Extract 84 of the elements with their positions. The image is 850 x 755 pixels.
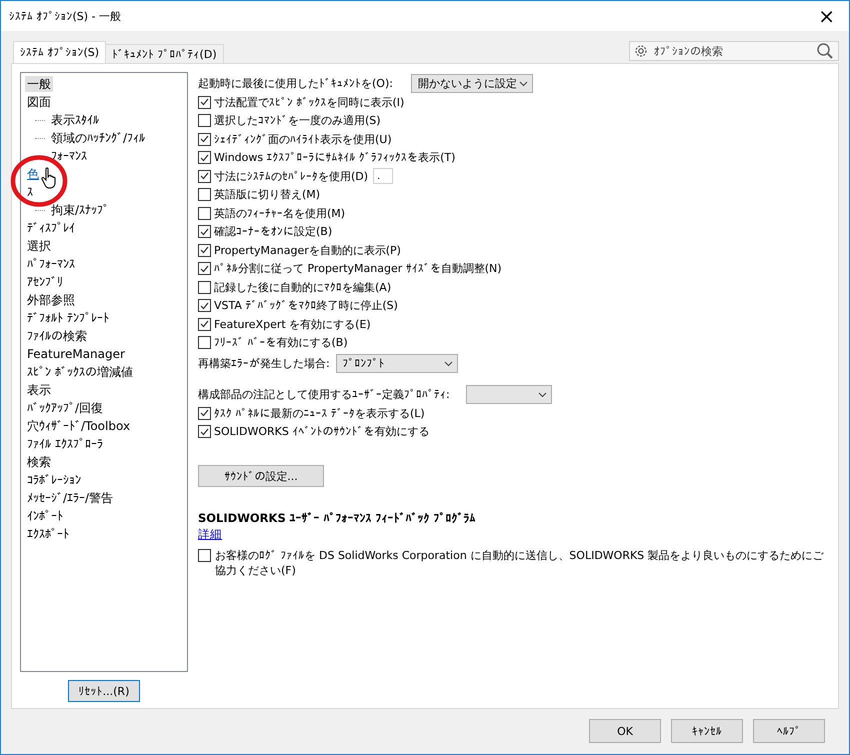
option-label: FeatureXpert を有効にする(E)	[214, 316, 371, 332]
chevron-down-icon	[518, 80, 528, 86]
option-label: ｼｪｲﾃﾞｨﾝｸﾞ面のﾊｲﾗｲﾄ表示を使用(U)	[214, 132, 392, 147]
gear-icon	[634, 44, 648, 58]
checkbox[interactable]	[198, 96, 211, 109]
tree-item[interactable]: ﾃﾞﾌｫﾙﾄ ﾃﾝﾌﾟﾚｰﾄ	[25, 310, 111, 326]
tree-item[interactable]: 色	[25, 166, 41, 182]
checkbox[interactable]	[198, 425, 211, 438]
tree-item[interactable]: ﾌｫｰﾏﾝｽ	[49, 148, 89, 164]
sound-settings-button[interactable]: ｻｳﾝﾄﾞの設定...	[198, 465, 324, 487]
search-field[interactable]: ｵﾌﾟｼｮﾝの検索	[629, 41, 839, 61]
tree-item[interactable]: 拘束/ｽﾅｯﾌﾟ	[49, 202, 112, 218]
checkbox[interactable]	[198, 114, 211, 128]
option-label: SOLIDWORKS ｲﾍﾞﾝﾄのｻｳﾝﾄﾞを有効にする	[214, 424, 430, 440]
tree-item[interactable]: ﾒｯｾｰｼﾞ/ｴﾗｰ/警告	[25, 490, 116, 506]
chevron-down-icon	[444, 360, 453, 366]
section-heading: SOLIDWORKS ﾕｰｻﾞｰ ﾊﾟﾌｫｰﾏﾝｽ ﾌｨｰﾄﾞﾊﾞｯｸ ﾌﾟﾛｸﾞﾗﾑ	[198, 511, 477, 525]
checkbox[interactable]	[198, 549, 211, 562]
option-label: 起動時に最後に使用したﾄﾞｷｭﾒﾝﾄを(O):	[198, 76, 393, 91]
checkbox[interactable]	[198, 170, 211, 183]
checkbox[interactable]	[198, 280, 211, 294]
tree-item[interactable]: FeatureManager	[25, 346, 127, 362]
tree-item[interactable]: ﾌｧｲﾙの検索	[25, 328, 89, 344]
dropdown[interactable]: 開かないように設定	[410, 74, 533, 93]
tree-item[interactable]: 選択	[25, 238, 53, 254]
consent-label: お客様のﾛｸﾞ ﾌｧｲﾙを DS SolidWorks Corporation に自動的に送信し、SOLIDWORKS 製品をより良いものにするためにご協力ください(F)	[215, 548, 825, 578]
option-label: 寸法配置でｽﾋﾟﾝ ﾎﾞｯｸｽを同時に表示(I)	[214, 94, 404, 110]
tree-item[interactable]: 表示	[25, 382, 53, 398]
window-title: ｼｽﾃﾑ ｵﾌﾟｼｮﾝ(S) - 一般	[9, 8, 122, 24]
tree-item[interactable]: ｴｸｽﾎﾟｰﾄ	[25, 526, 71, 542]
checkbox[interactable]	[198, 406, 211, 420]
tree-item[interactable]: ﾊﾟﾌｫｰﾏﾝｽ	[25, 256, 77, 272]
tree-item[interactable]: ﾌｧｲﾙ ｴｸｽﾌﾟﾛｰﾗ	[25, 436, 105, 452]
dialog-button[interactable]: OK	[589, 719, 661, 743]
tab[interactable]: ﾄﾞｷｭﾒﾝﾄ ﾌﾟﾛﾊﾟﾃｨ(D)	[105, 44, 224, 63]
search-icon[interactable]	[816, 42, 834, 60]
dropdown[interactable]: ﾌﾟﾛﾝﾌﾟﾄ	[336, 354, 458, 373]
option-label: Windows ｴｸｽﾌﾟﾛｰﾗにｻﾑﾈｲﾙ ｸﾞﾗﾌｨｯｸｽを表示(T)	[214, 150, 456, 166]
checkbox[interactable]	[198, 318, 211, 331]
option-label: PropertyManagerを自動的に表示(P)	[214, 242, 401, 258]
tree-item[interactable]: 穴ｳｨｻﾞｰﾄﾞ/Toolbox	[25, 418, 132, 434]
tree-item[interactable]: ﾃﾞｨｽﾌﾟﾚｲ	[25, 220, 77, 236]
tree-item[interactable]: 図面	[25, 94, 53, 110]
tree-item[interactable]: ｺﾗﾎﾞﾚｰｼｮﾝ	[25, 472, 83, 488]
search-input[interactable]: ｵﾌﾟｼｮﾝの検索	[652, 44, 812, 58]
option-label: ﾌﾘｰｽﾞ ﾊﾞｰを有効にする(B)	[214, 335, 348, 350]
option-label: 再構築ｴﾗｰが発生した場合:	[198, 356, 330, 371]
checkbox[interactable]	[198, 299, 211, 312]
tree-item[interactable]: ｱｾﾝﾌﾞﾘ	[25, 274, 65, 290]
option-label: ﾀｽｸ ﾊﾟﾈﾙに最新のﾆｭｰｽ ﾃﾞｰﾀを表示する(L)	[214, 406, 425, 421]
option-label: 構成部品の注記として使用するﾕｰｻﾞｰ定義ﾌﾟﾛﾊﾟﾃｨ:	[198, 387, 450, 402]
checkbox[interactable]	[198, 262, 211, 276]
option-label: 記録した後に自動的にﾏｸﾛを編集(A)	[214, 280, 392, 295]
separator-field[interactable]: .	[373, 168, 394, 184]
option-label: 寸法にｼｽﾃﾑのｾﾊﾟﾚｰﾀを使用(D)	[214, 168, 368, 184]
dialog-button[interactable]: ﾍﾙﾌﾟ	[753, 719, 825, 743]
tree-item[interactable]: 表示ｽﾀｲﾙ	[49, 112, 101, 128]
tree-item[interactable]: ｽﾋﾟﾝ ﾎﾞｯｸｽの増減値	[25, 364, 135, 380]
tab[interactable]: ｼｽﾃﾑ ｵﾌﾟｼｮﾝ(S)	[13, 41, 106, 63]
option-label: 選択したｺﾏﾝﾄﾞを一度のみ適用(S)	[214, 113, 381, 128]
checkbox[interactable]	[198, 151, 211, 164]
dialog-button[interactable]: ｷｬﾝｾﾙ	[671, 719, 743, 743]
checkbox[interactable]	[198, 225, 211, 238]
checkbox[interactable]	[198, 206, 211, 220]
checkbox[interactable]	[198, 132, 211, 146]
tree-item[interactable]: ｲﾝﾎﾟｰﾄ	[25, 508, 65, 524]
option-label: 英語版に切り替え(M)	[214, 187, 320, 202]
details-link[interactable]: 詳細	[198, 527, 222, 542]
option-label: VSTA ﾃﾞﾊﾞｯｸﾞをﾏｸﾛ終了時に停止(S)	[214, 298, 398, 314]
chevron-down-icon	[538, 392, 547, 398]
checkbox[interactable]	[198, 244, 211, 257]
tree-item[interactable]: 検索	[25, 454, 53, 470]
tree-item[interactable]: ｽ	[25, 184, 35, 200]
tree-item[interactable]: 外部参照	[25, 292, 77, 308]
option-label: 英語のﾌｨｰﾁｬｰ名を使用(M)	[214, 206, 346, 221]
tree-item[interactable]: ﾊﾞｯｸｱｯﾌﾟ/回復	[25, 400, 106, 416]
option-label: 確認ｺｰﾅｰをｵﾝに設定(B)	[214, 224, 332, 240]
tree-item[interactable]: 領域のﾊｯﾁﾝｸﾞ/ﾌｨﾙ	[49, 130, 148, 146]
tree-item[interactable]: 一般	[25, 76, 53, 92]
reset-button[interactable]: ﾘｾｯﾄ...(R)	[68, 680, 140, 702]
close-button[interactable]: ×	[812, 4, 841, 28]
checkbox[interactable]	[198, 188, 211, 202]
checkbox[interactable]	[198, 336, 211, 350]
option-label: ﾊﾟﾈﾙ分割に従って PropertyManager ｻｲｽﾞを自動調整(N)	[214, 261, 502, 276]
